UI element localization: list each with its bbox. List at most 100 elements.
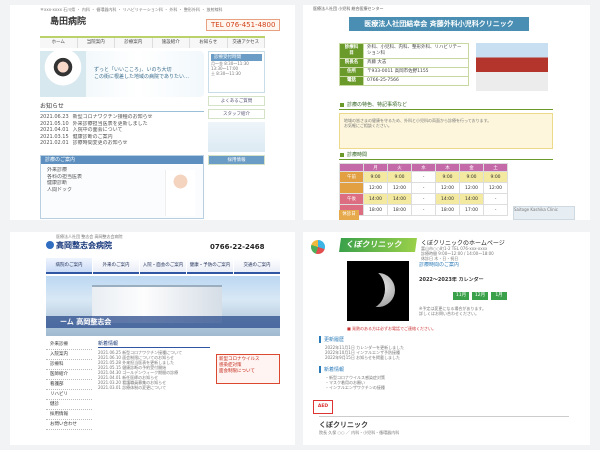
hours-table: 月 火 水 木 金 土 午前 9:00 9:00 - 9:00 9:00 9:0… <box>339 163 508 216</box>
nav-item[interactable]: ホーム <box>40 38 78 48</box>
side-menu-item[interactable]: 健診 <box>46 400 92 410</box>
hours-cell: 12:00 <box>363 182 388 194</box>
side-menu-item[interactable]: 診療科 <box>46 360 92 370</box>
hours-cell: - <box>411 193 436 205</box>
news-heading: 新着情報 <box>319 366 344 373</box>
hours-col: 土 <box>483 163 508 172</box>
month-button[interactable]: 1月 <box>491 292 507 300</box>
side-menu-item[interactable]: 看護部 <box>46 380 92 390</box>
footer-title: くぼクリニック <box>319 421 368 429</box>
news-date: 2021.03.01 <box>98 385 121 390</box>
nav-item[interactable]: 外来のご案内 <box>93 258 139 274</box>
nav-item[interactable]: 当院案内 <box>78 38 115 48</box>
news-heading: 新着情報 <box>98 340 210 348</box>
side-menu-item[interactable]: 採用情報 <box>46 410 92 420</box>
news-item[interactable]: 2021.02.01 診療時間変更のお知らせ <box>40 140 204 147</box>
update-list: 2022年11月1日 カレンダーを更新しました 2022年10月1日 インフルエ… <box>325 345 404 360</box>
nav-item[interactable]: 入院・面会のご案内 <box>140 258 186 274</box>
note-line: お気軽にご相談ください。 <box>344 123 392 128</box>
nav-item[interactable]: 交通のご案内 <box>234 258 280 274</box>
clinic-info: 富山市○○町1-2 TEL 076-xxx-xxxx 診療時間 9:00〜12:… <box>421 246 494 261</box>
hours-col: 月 <box>363 163 388 172</box>
table-row: 院長名 斉藤 大志 <box>339 58 469 68</box>
features-note: 地域の皆さまの健康を守るため、外科と小児科の両面から診療を行っております。 お気… <box>339 113 553 149</box>
logo-icon <box>46 241 54 249</box>
hours-cell: 14:00 <box>435 193 460 205</box>
nav-item[interactable]: 病院のご案内 <box>46 258 92 274</box>
site-logo[interactable]: 高岡整志会病院 <box>56 240 112 251</box>
hours-row: 18:00 18:00 - 18:00 17:00 - <box>339 204 508 216</box>
hours-row: 午後 14:00 14:00 - 14:00 14:00 - <box>339 193 508 205</box>
site-title[interactable]: 島田病院 <box>50 14 86 27</box>
side-menu-item[interactable]: 外来診療 <box>46 340 92 350</box>
hours-line: 土 8:30〜11:30 <box>211 71 241 76</box>
clinic-site-saito: 医療法人社団 小児科 総合医療センター 医療法人社団結幸会 斉藤外科小児科クリニ… <box>303 5 590 220</box>
row-header: 院長名 <box>339 58 364 68</box>
hours-cell: - <box>483 204 508 216</box>
month-button[interactable]: 12月 <box>472 292 488 300</box>
side-menu-item[interactable]: お問い合わせ <box>46 420 92 430</box>
calendar-notes: ※予定は変更になる場合があります。 詳しくはお問い合わせください。 <box>419 306 486 316</box>
news-text[interactable]: 診療時間変更のお知らせ <box>73 140 128 147</box>
recruit-banner[interactable]: 採用情報 <box>208 155 265 165</box>
hours-col: 金 <box>459 163 484 172</box>
side-menu-item[interactable]: 医師紹介 <box>46 370 92 380</box>
update-text: お知らせを掲載しました <box>356 355 401 360</box>
hours-row: 午前 9:00 9:00 - 9:00 9:00 9:00 <box>339 171 508 183</box>
clinic-logo-icon <box>311 240 325 254</box>
update-item[interactable]: 2022年9月15日 お知らせを掲載しました <box>325 355 404 360</box>
hours-cell: 14:00 <box>459 193 484 205</box>
hero-line: ずっと「いいこころ」、いのち大切 <box>94 67 172 73</box>
hours-cell: 14:00 <box>363 193 388 205</box>
faq-banner[interactable]: よくあるご質問 <box>208 96 265 106</box>
map-thumbnail[interactable]: Saitoge Kashika Clinic <box>513 206 575 220</box>
phone-number[interactable]: 0766-22-2468 <box>210 243 265 251</box>
phone-number[interactable]: TEL 076-451-4800 <box>206 19 281 31</box>
hours-row: 12:00 12:00 - 12:00 12:00 12:00 <box>339 182 508 194</box>
hours-box: 診療受付時間 月〜金 8:30〜11:30 13:30〜17:00 土 8:30… <box>208 51 265 93</box>
hours-cell: 12:00 <box>459 182 484 194</box>
hospital-site-takaoka: 医療法人社団 整志会 高岡整志会病院 高岡整志会病院 0766-22-2468 … <box>10 232 295 445</box>
news-date: 2021.02.01 <box>40 140 69 146</box>
screenshot-grid: 〒xxx-xxxx 石川県 ・ 内科 ・ 循環器内科 ・ リハビリテーション科 … <box>0 0 600 450</box>
hours-label: 午後 <box>339 193 364 205</box>
hours-label: 午前 <box>339 171 364 183</box>
row-value: 斉藤 大志 <box>363 58 469 68</box>
nav-item[interactable]: お知らせ <box>190 38 228 48</box>
news-text[interactable]: 診療体制の変更について <box>122 385 166 390</box>
hours-cell: 14:00 <box>387 193 412 205</box>
row-header: 電話 <box>339 76 364 86</box>
row-value: 外科、小児科、内科、整形外科、リハビリテーション科 <box>363 43 469 59</box>
nav-item[interactable]: 診療案内 <box>115 38 153 48</box>
table-row: 電話 0766-25-7566 <box>339 76 469 86</box>
closed-day-label: 休診日 <box>339 210 359 220</box>
nav-item[interactable]: 施設紹介 <box>153 38 190 48</box>
calendar-subtitle: 2022〜2023年 カレンダー <box>419 276 484 283</box>
hours-cell: 9:00 <box>459 171 484 183</box>
hours-cell: 12:00 <box>435 182 460 194</box>
clinic-logo[interactable]: くぼクリニック <box>339 238 417 252</box>
hours-cell: - <box>483 193 508 205</box>
hero-line: この街に根差した地域の病院でありたい… <box>94 74 189 80</box>
covid-notice-box[interactable]: 新型コロナウイルス 感染症対策 面会制限について <box>216 354 280 384</box>
header-top-text: 医療法人社団 整志会 高岡整志会病院 <box>56 234 123 239</box>
news-heading: お知らせ <box>40 101 204 112</box>
footer-line: 院長 久保 ○○ ／ 内科・小児科・循環器内科 <box>319 430 400 435</box>
hours-cell: 12:00 <box>387 182 412 194</box>
hours-cell: 9:00 <box>435 171 460 183</box>
side-menu-item[interactable]: リハビリ <box>46 390 92 400</box>
month-button[interactable]: 11月 <box>453 292 469 300</box>
news-item[interactable]: ・インフルエンザワクチンの接種 <box>325 385 385 390</box>
staff-banner[interactable]: スタッフ紹介 <box>208 109 265 119</box>
table-row: 住所 〒933-0011 高岡市佐野1155 <box>339 67 469 77</box>
hours-cell: - <box>411 204 436 216</box>
calendar-section: 診療時間のご案内 2022〜2023年 カレンダー <box>419 262 484 283</box>
news-list: ・新型コロナウイルス感染症対策 ・マスク着用のお願い ・インフルエンザワクチンの… <box>325 375 385 390</box>
side-menu-item[interactable]: 入院案内 <box>46 350 92 360</box>
news-item[interactable]: 2021.03.01 診療体制の変更について <box>98 385 210 390</box>
aed-badge: AED <box>313 400 333 414</box>
hours-cell: 12:00 <box>483 182 508 194</box>
site-header: 〒xxx-xxxx 石川県 ・ 内科 ・ 循環器内科 ・ リハビリテーション科 … <box>10 5 295 35</box>
nav-item[interactable]: 健康・予防のご案内 <box>187 258 233 274</box>
nav-item[interactable]: 交通アクセス <box>228 38 265 48</box>
